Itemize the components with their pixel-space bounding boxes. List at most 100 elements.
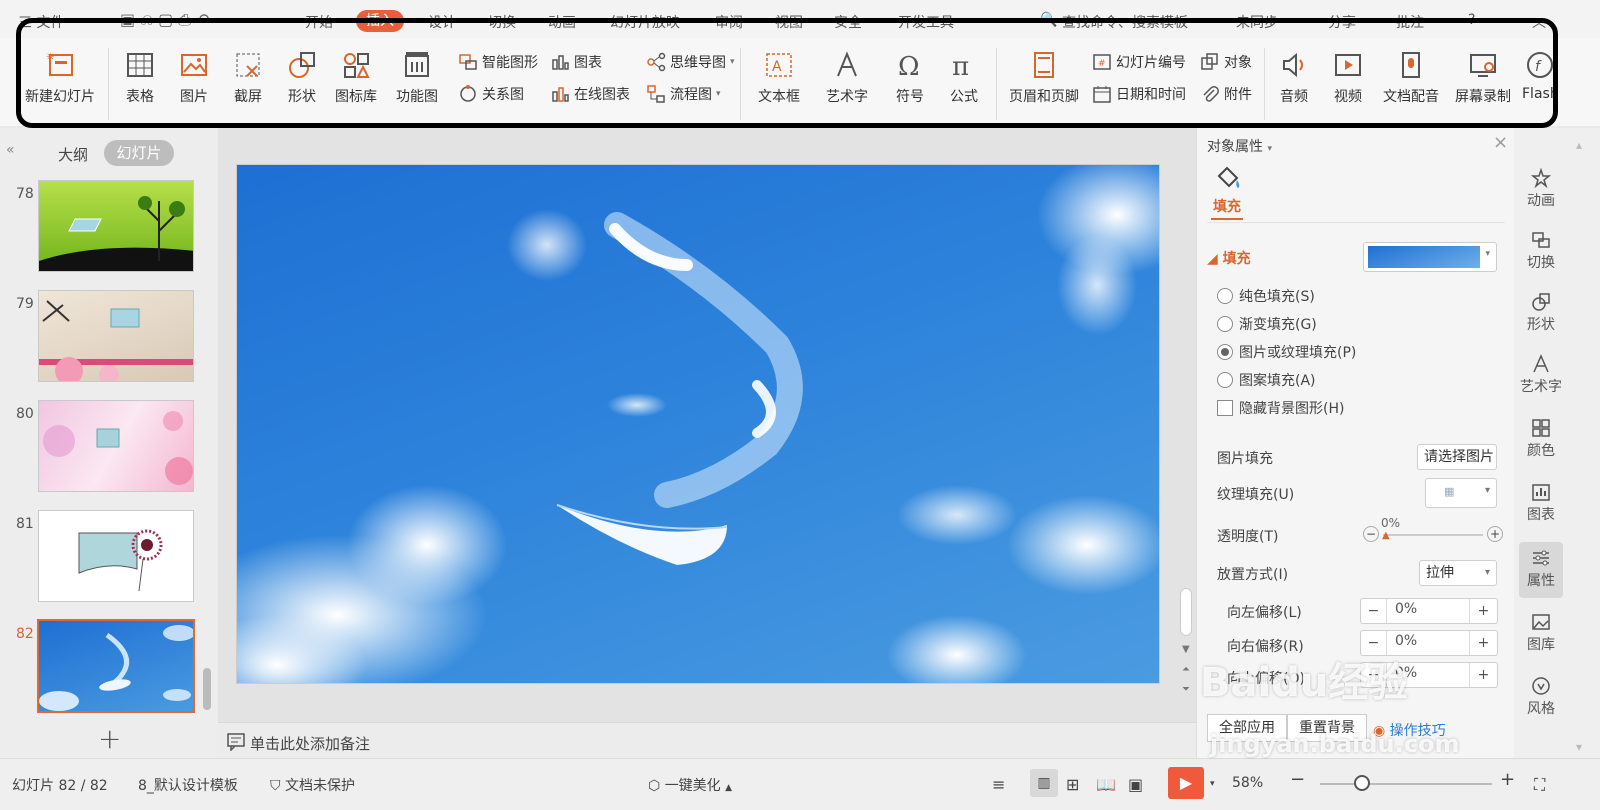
sync-status[interactable]: 未同步	[1236, 12, 1278, 32]
panel-scrollbar[interactable]	[203, 668, 211, 710]
tab-fill[interactable]: 填充	[1213, 196, 1241, 216]
paint-bucket-icon[interactable]	[1215, 164, 1243, 190]
add-slide-icon[interactable]: +	[98, 722, 121, 755]
notes-area[interactable]: 单击此处添加备注	[218, 722, 1196, 758]
radio-picture-fill[interactable]: 图片或纹理填充(P)	[1217, 342, 1356, 362]
zoom-out-icon[interactable]: −	[1290, 769, 1305, 790]
transparency-slider[interactable]	[1383, 534, 1483, 536]
file-menu[interactable]: 三 文件	[18, 12, 64, 32]
new-slide-button[interactable]: ✳ 新建幻灯片	[18, 50, 102, 106]
zoom-level[interactable]: 58%	[1232, 775, 1263, 791]
placement-dropdown[interactable]: 拉伸 ▾	[1419, 560, 1497, 586]
symbol-button[interactable]: Ω 符号	[886, 50, 934, 106]
plus-icon[interactable]: +	[1469, 631, 1497, 655]
menu-tab-design[interactable]: 设计	[428, 12, 456, 32]
menu-tab-slideshow[interactable]: 幻灯片放映	[610, 12, 680, 32]
icon-library-button[interactable]: 图标库	[332, 50, 380, 106]
collapse-ribbon-icon[interactable]: ︿	[1532, 12, 1546, 32]
fill-section-header[interactable]: ◢ 填充	[1207, 248, 1251, 268]
relation-chart-button[interactable]: 关系图	[458, 84, 524, 104]
menu-tab-view[interactable]: 视图	[775, 12, 803, 32]
menu-tab-home[interactable]: 开始	[305, 12, 333, 32]
sidebar-item-style[interactable]: 风格	[1514, 676, 1568, 718]
header-footer-button[interactable]: 页眉和页脚	[1004, 50, 1084, 106]
radio-pattern-fill[interactable]: 图案填充(A)	[1217, 370, 1316, 390]
function-chart-button[interactable]: 功能图	[390, 50, 444, 106]
minus-icon[interactable]: −	[1361, 599, 1387, 623]
formula-button[interactable]: π 公式	[940, 50, 988, 106]
play-slideshow-button[interactable]: ▶	[1168, 767, 1204, 799]
slide-thumbnail-row[interactable]: 78	[0, 180, 218, 276]
zoom-slider[interactable]	[1320, 783, 1492, 785]
reading-view-icon[interactable]: 📖	[1096, 775, 1116, 794]
audio-button[interactable]: 音频	[1272, 50, 1316, 106]
zoom-in-icon[interactable]: +	[1500, 769, 1515, 790]
panel-title[interactable]: 对象属性 ▾	[1207, 136, 1272, 156]
wordart-button[interactable]: 艺术字	[818, 50, 876, 106]
menu-tab-transition[interactable]: 切换	[488, 12, 516, 32]
slide-thumbnail[interactable]	[38, 180, 194, 272]
play-options-icon[interactable]: ▾	[1210, 779, 1215, 789]
menu-tab-security[interactable]: 安全	[834, 12, 862, 32]
sidebar-item-transition[interactable]: 切换	[1514, 230, 1568, 272]
hide-bg-checkbox[interactable]: 隐藏背景图形(H)	[1217, 398, 1344, 418]
share-button[interactable]: 分享	[1328, 12, 1356, 32]
close-icon[interactable]: ×	[1493, 132, 1508, 153]
slider-thumb[interactable]: ▲	[1382, 530, 1390, 541]
next-slide-icon[interactable]: ⏷	[1182, 684, 1190, 695]
textbox-button[interactable]: A 文本框	[750, 50, 808, 106]
slide-thumbnail-row[interactable]: 80	[0, 400, 218, 496]
shape-button[interactable]: 形状	[280, 50, 324, 106]
sidebar-item-wordart[interactable]: 艺术字	[1514, 354, 1568, 396]
help-icon[interactable]: ?	[1468, 12, 1475, 28]
slide-thumbnail-row[interactable]: 81	[0, 510, 218, 606]
table-button[interactable]: 表格	[118, 50, 162, 106]
scroll-down-icon[interactable]: ▼	[1182, 644, 1190, 655]
screen-record-button[interactable]: 屏幕录制	[1450, 50, 1516, 106]
collapse-panel-icon[interactable]: «	[6, 142, 15, 158]
fit-window-icon[interactable]: ⛶	[1534, 775, 1545, 795]
slide-number-button[interactable]: # 幻灯片编号	[1092, 52, 1186, 72]
sidebar-item-shape[interactable]: 形状	[1514, 292, 1568, 334]
sidebar-item-gallery[interactable]: 图库	[1514, 612, 1568, 654]
offset-left-stepper[interactable]: −0% +	[1360, 598, 1498, 624]
right-scroll-up-icon[interactable]: ▴	[1576, 138, 1582, 152]
picture-button[interactable]: 图片	[172, 50, 216, 106]
search-icon[interactable]: 🔍	[1040, 12, 1057, 28]
mindmap-button[interactable]: 思维导图 ▾	[646, 52, 735, 72]
flowchart-button[interactable]: 流程图 ▾	[646, 84, 721, 104]
screenshot-button[interactable]: 截屏	[226, 50, 270, 106]
tab-slides[interactable]: 幻灯片	[104, 140, 174, 166]
sidebar-item-properties[interactable]: 属性	[1519, 542, 1563, 598]
template-name[interactable]: 8_默认设计模板	[138, 775, 238, 795]
document-protection[interactable]: ⛉ 文档未保护	[270, 775, 355, 795]
presenter-view-icon[interactable]: ▣	[1128, 775, 1143, 794]
plus-icon[interactable]: +	[1487, 526, 1503, 542]
online-chart-button[interactable]: 在线图表	[550, 84, 630, 104]
normal-view-icon[interactable]: ▥	[1030, 769, 1058, 797]
slide-thumbnail[interactable]	[38, 400, 194, 492]
menu-tab-insert[interactable]: 插入	[356, 10, 404, 32]
slide-thumbnail-row[interactable]: 79	[0, 290, 218, 386]
radio-solid-fill[interactable]: 纯色填充(S)	[1217, 286, 1315, 306]
object-button[interactable]: 对象	[1200, 52, 1252, 72]
search-command[interactable]: 查找命令、搜索模板	[1062, 12, 1188, 32]
datetime-button[interactable]: 日期和时间	[1092, 84, 1186, 104]
menu-tab-review[interactable]: 审阅	[715, 12, 743, 32]
flash-button[interactable]: f Flash	[1522, 50, 1558, 102]
slide-thumbnail[interactable]	[38, 290, 194, 382]
prev-slide-icon[interactable]: ⏶	[1182, 664, 1190, 675]
tab-outline[interactable]: 大纲	[58, 144, 88, 165]
radio-gradient-fill[interactable]: 渐变填充(G)	[1217, 314, 1317, 334]
sorter-view-icon[interactable]: ⊞	[1066, 775, 1079, 794]
minus-icon[interactable]: −	[1363, 526, 1379, 542]
sidebar-item-animation[interactable]: 动画	[1514, 168, 1568, 210]
video-button[interactable]: 视频	[1326, 50, 1370, 106]
slide-thumbnail-selected[interactable]	[37, 619, 195, 713]
plus-icon[interactable]: +	[1469, 663, 1497, 687]
notes-toggle-icon[interactable]: ≡	[992, 775, 1005, 794]
slide-thumbnail[interactable]	[38, 510, 194, 602]
choose-picture-dropdown[interactable]: 请选择图片	[1417, 444, 1497, 470]
sidebar-item-chart[interactable]: 图表	[1514, 482, 1568, 524]
slide-thumbnail-row[interactable]: 82	[0, 619, 218, 716]
